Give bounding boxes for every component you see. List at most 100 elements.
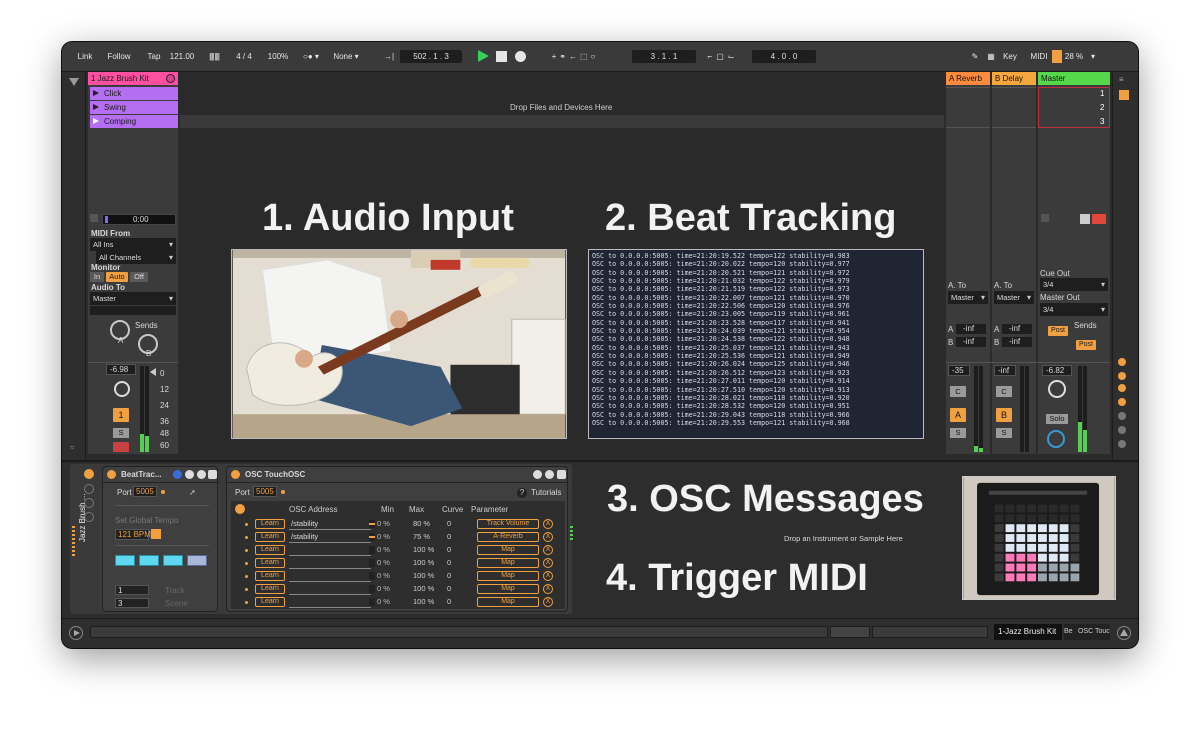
curve-field[interactable]: 0 [447, 558, 451, 568]
clip-play-icon[interactable] [93, 90, 99, 96]
midi-map-button[interactable]: MIDI [1028, 50, 1050, 63]
curve-field[interactable]: 0 [447, 545, 451, 555]
mixer-toggle-icon[interactable] [1118, 398, 1126, 406]
remove-mapping-button[interactable]: X [543, 597, 553, 607]
mixer-view-icon[interactable] [1119, 90, 1129, 100]
metronome-button[interactable]: ○● ▾ [296, 50, 326, 63]
audio-output-dropdown[interactable]: Master [90, 292, 176, 305]
max-field[interactable]: 75 % [413, 532, 430, 542]
time-signature-field[interactable]: 4 / 4 [230, 50, 258, 63]
curve-field[interactable]: 0 [447, 597, 451, 607]
track-menu-icon[interactable] [166, 74, 175, 83]
learn-button[interactable]: Learn [255, 571, 285, 581]
monitor-off-button[interactable]: Off [130, 272, 148, 282]
row-active-dot[interactable] [245, 588, 248, 591]
row-active-dot[interactable] [245, 601, 248, 604]
curve-field[interactable]: 0 [447, 584, 451, 594]
device-edit-icon[interactable] [545, 470, 554, 479]
max-field[interactable]: 100 % [413, 545, 434, 555]
row-active-dot[interactable] [245, 523, 248, 526]
learn-button[interactable]: Learn [255, 519, 285, 529]
osc-address-field[interactable]: /stability [289, 532, 371, 543]
return-a-header[interactable]: A Reverb [946, 72, 990, 85]
return-b-send-a[interactable]: -inf [1002, 324, 1032, 334]
post-button-a[interactable]: Post [1048, 326, 1068, 336]
return-b-pan[interactable]: C [996, 386, 1012, 397]
solo-button[interactable]: S [113, 428, 129, 438]
chevron-down-icon[interactable]: ▾ [1088, 50, 1098, 63]
xfade-toggle-icon[interactable] [1118, 440, 1126, 448]
set-tempo-toggle[interactable] [151, 529, 161, 539]
port-field[interactable]: 5005 [253, 486, 277, 497]
learn-button[interactable]: Learn [255, 597, 285, 607]
return-a-output-dropdown[interactable]: Master [948, 291, 988, 304]
osc-address-field[interactable] [289, 584, 371, 595]
remove-mapping-button[interactable]: X [543, 532, 553, 542]
remove-mapping-button[interactable]: X [543, 519, 553, 529]
parameter-button[interactable]: Map [477, 584, 539, 594]
play-icon[interactable] [478, 50, 489, 62]
max-field[interactable]: 80 % [413, 519, 430, 529]
port-field[interactable]: 5005 [133, 486, 157, 497]
zoom-field[interactable]: 100% [264, 50, 292, 63]
add-mapping-icon[interactable] [235, 504, 245, 514]
menu-icon[interactable]: ≡ [1119, 76, 1124, 84]
clip-slot-swing[interactable]: Swing [90, 101, 178, 114]
cue-volume-knob[interactable] [1047, 430, 1065, 448]
device-fold-icon[interactable] [533, 470, 542, 479]
master-out-dropdown[interactable]: 3/4 [1040, 303, 1108, 316]
min-field[interactable]: 0 % [377, 532, 390, 542]
pan-knob[interactable] [114, 381, 130, 397]
bpm-field[interactable]: 121 BPM [115, 529, 151, 540]
learn-button[interactable]: Learn [255, 558, 285, 568]
parameter-button[interactable]: Track Volume [477, 519, 539, 529]
osc-address-field[interactable] [289, 597, 371, 608]
loop-start-field[interactable]: 3 . 1 . 1 [632, 50, 696, 63]
tutorials-link[interactable]: Tutorials [531, 489, 561, 497]
return-a-activator[interactable]: A [950, 408, 966, 422]
osc-address-field[interactable] [289, 571, 371, 582]
return-b-volume[interactable]: -inf [994, 365, 1016, 376]
device-tab-osc[interactable]: OSC Touc [1076, 624, 1110, 640]
device-activator[interactable] [107, 470, 116, 479]
keyboard-icon[interactable]: ▦ [984, 50, 998, 63]
learn-button[interactable]: Learn [255, 532, 285, 542]
return-a-pan[interactable]: C [950, 386, 966, 397]
max-field[interactable]: 100 % [413, 597, 434, 607]
scene-number[interactable]: 3 [1100, 118, 1104, 126]
midi-track-header[interactable]: 1 Jazz Brush Kit [88, 72, 178, 85]
scene-number-field[interactable]: 3 [115, 598, 149, 608]
remove-mapping-button[interactable]: X [543, 571, 553, 581]
track-activator-button[interactable]: 1 [113, 408, 129, 422]
delay-toggle-icon[interactable] [1118, 412, 1126, 420]
curve-field[interactable]: 0 [447, 519, 451, 529]
returns-toggle-icon[interactable] [1118, 384, 1126, 392]
row-active-dot[interactable] [245, 562, 248, 565]
return-a-slots[interactable] [946, 87, 990, 128]
return-a-solo[interactable]: S [950, 428, 966, 438]
remove-mapping-button[interactable]: X [543, 545, 553, 555]
return-b-activator[interactable]: B [996, 408, 1012, 422]
min-field[interactable]: 0 % [377, 571, 390, 581]
draw-mode-icon[interactable]: ✎ [968, 50, 982, 63]
device-save-icon[interactable] [557, 470, 566, 479]
crossfader-toggle-icon[interactable] [1118, 426, 1126, 434]
max-field[interactable]: 100 % [413, 584, 434, 594]
overview-strip[interactable] [830, 626, 870, 638]
remove-mapping-button[interactable]: X [543, 558, 553, 568]
quantization-dropdown[interactable]: None ▾ [328, 50, 364, 63]
master-solo-button[interactable]: Solo [1046, 414, 1068, 424]
loop-switch-icons[interactable]: ⌐▢⌙ [698, 50, 748, 63]
return-a-send-a[interactable]: -inf [956, 324, 986, 334]
parameter-button[interactable]: A-Reverb [477, 532, 539, 542]
groove-icon[interactable]: ≈ [70, 444, 74, 452]
curve-field[interactable]: 0 [447, 532, 451, 542]
parameter-button[interactable]: Map [477, 558, 539, 568]
parameter-button[interactable]: Map [477, 571, 539, 581]
post-button-b[interactable]: Post [1076, 340, 1096, 350]
stop-all-clips-icon[interactable] [1041, 214, 1049, 222]
arm-button[interactable] [113, 442, 129, 452]
selected-track-tab[interactable]: 1-Jazz Brush Kit [994, 624, 1062, 640]
return-b-output-dropdown[interactable]: Master [994, 291, 1034, 304]
return-a-send-b[interactable]: -inf [956, 337, 986, 347]
